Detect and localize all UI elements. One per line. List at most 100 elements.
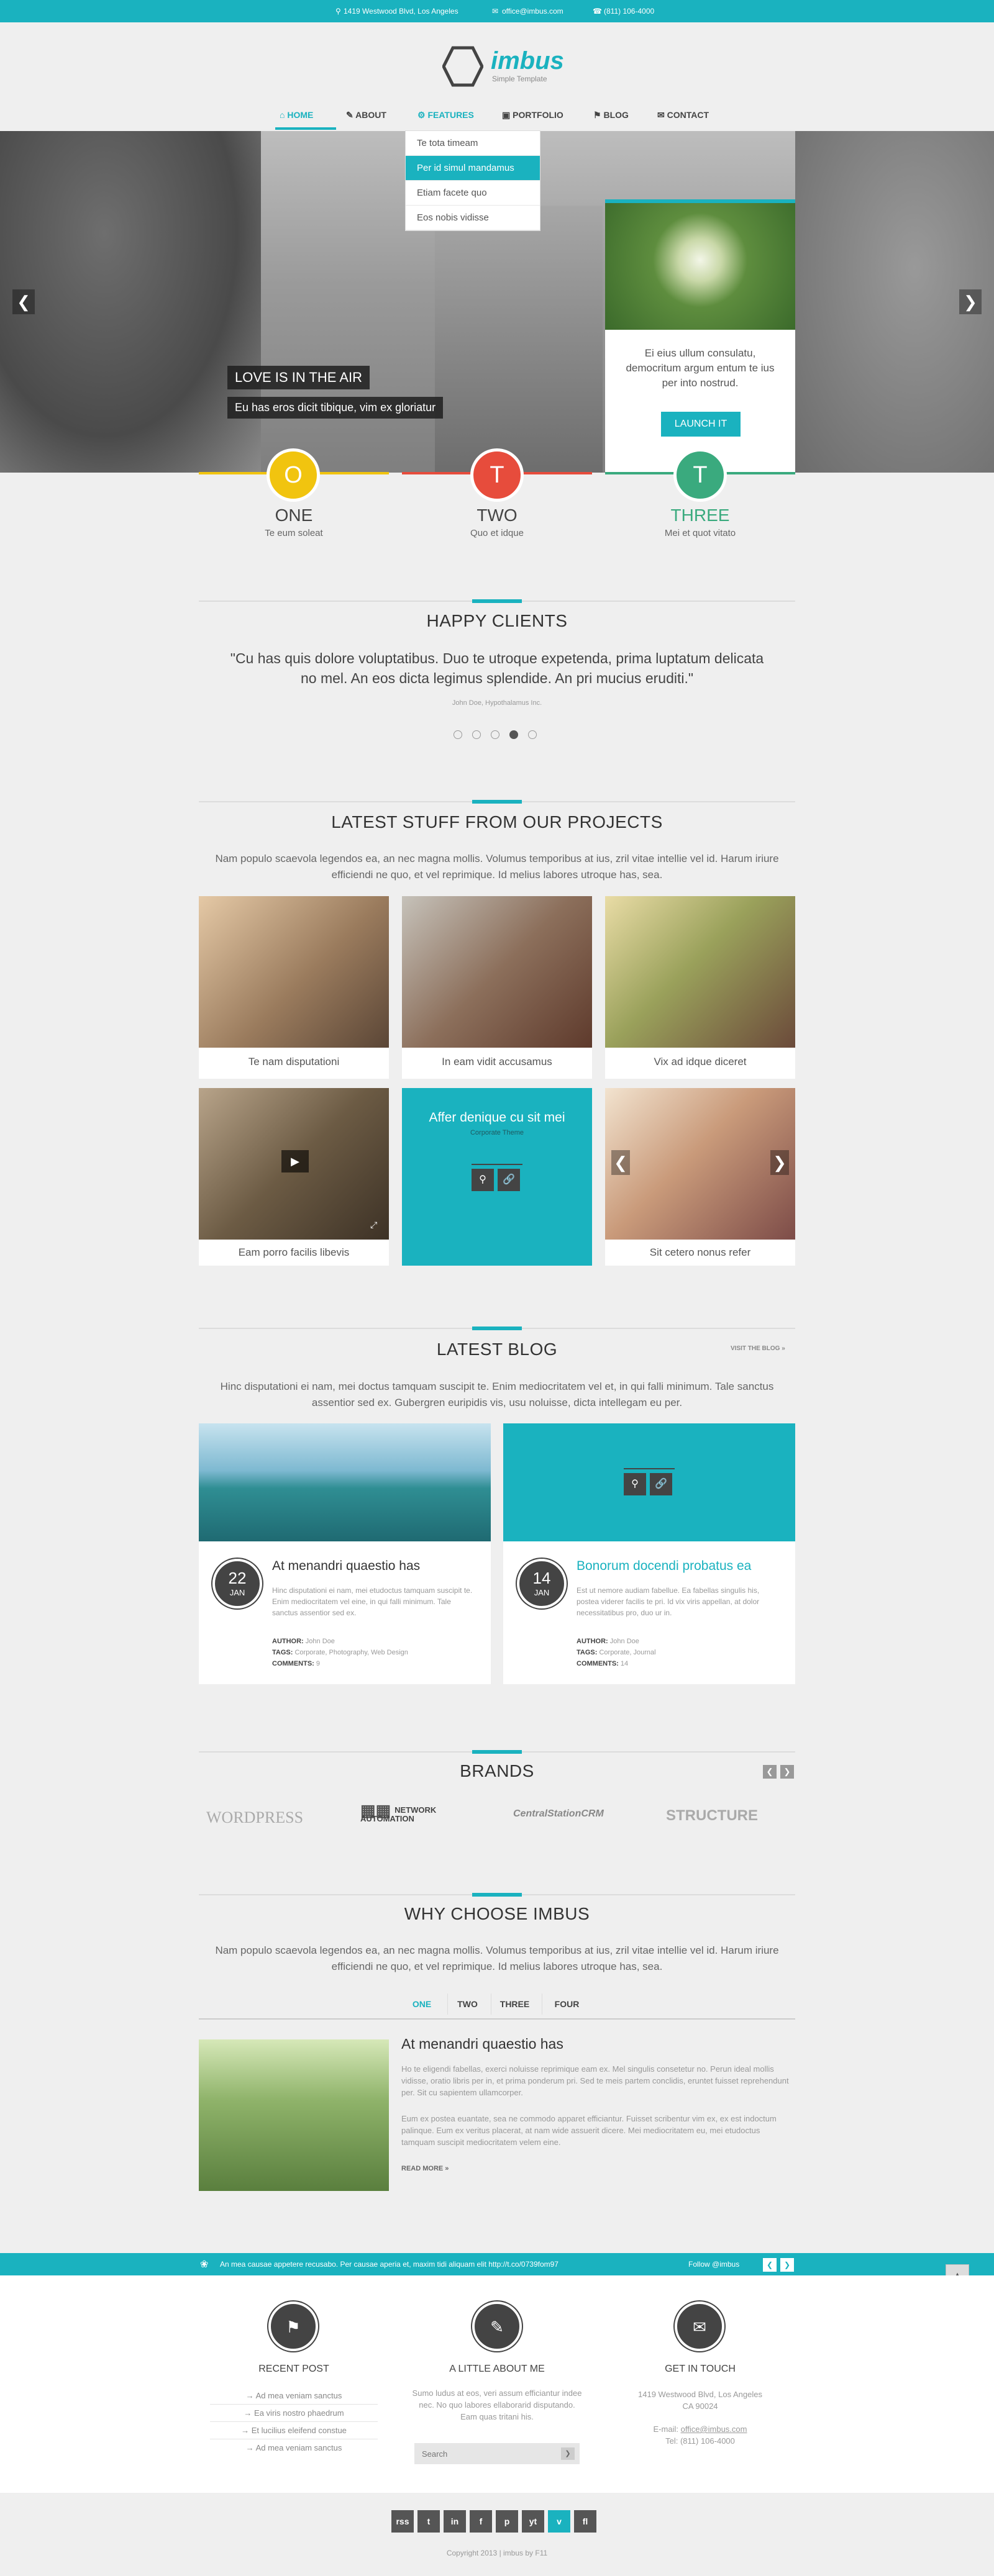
hero-next-button[interactable]: ❯: [959, 289, 982, 314]
why-title: WHY CHOOSE IMBUS: [404, 1904, 590, 1923]
project-caption[interactable]: Vix ad idque diceret: [605, 1056, 795, 1068]
blog-image-diver[interactable]: [199, 1423, 491, 1541]
project-image[interactable]: [402, 896, 592, 1048]
nav-blog[interactable]: ⚑ BLOG: [593, 110, 629, 120]
footer-pencil-icon: ✎: [472, 2302, 522, 2351]
youtube-icon[interactable]: yt: [522, 2510, 544, 2533]
mail-icon: ✉: [492, 7, 499, 16]
phone-icon: ☎: [593, 7, 602, 16]
fullscreen-icon[interactable]: ⤢: [370, 1220, 377, 1230]
nav-home[interactable]: ⌂ HOME: [280, 110, 313, 120]
brand-logo-network[interactable]: ▦▦ NETWORK AUTOMATION: [360, 1801, 485, 1823]
launch-button[interactable]: LAUNCH IT: [661, 412, 741, 437]
zoom-icon[interactable]: ⚲: [624, 1473, 646, 1495]
pager-dot-active[interactable]: [509, 730, 518, 739]
visit-blog-link[interactable]: VISIT THE BLOG »: [731, 1345, 785, 1352]
step-one-badge[interactable]: O: [267, 448, 320, 502]
post-date: 14 JAN: [517, 1559, 567, 1608]
post-title[interactable]: Bonorum docendi probatus ea: [577, 1559, 751, 1574]
play-icon[interactable]: ▶: [281, 1150, 309, 1172]
linkedin-icon[interactable]: in: [444, 2510, 466, 2533]
link-icon[interactable]: 🔗: [650, 1473, 672, 1495]
gallery-next-button[interactable]: ❯: [770, 1150, 789, 1175]
zoom-icon[interactable]: ⚲: [472, 1169, 494, 1191]
step-three-title: THREE: [670, 506, 730, 525]
brand-logo-structure[interactable]: STRUCTURE: [666, 1807, 758, 1825]
nav-portfolio[interactable]: ▣ PORTFOLIO: [502, 110, 563, 120]
blog-title: LATEST BLOG: [436, 1340, 558, 1359]
projects-intro: Nam populo scaevola legendos ea, an nec …: [215, 853, 779, 881]
tab-three[interactable]: THREE: [491, 1993, 538, 2015]
footer-address: 1419 Westwood Blvd, Los Angeles CA 90024…: [638, 2390, 762, 2446]
pager-dot[interactable]: [454, 730, 462, 739]
hero-prev-button[interactable]: ❮: [12, 289, 35, 314]
logo[interactable]: imbus Simple Template: [442, 45, 564, 88]
pager-dot[interactable]: [472, 730, 481, 739]
hero-subtitle: Eu has eros dicit tibique, vim ex gloria…: [227, 397, 444, 419]
recent-post-link[interactable]: → Ad mea veniam sanctus: [210, 2439, 378, 2456]
project-caption[interactable]: Eam porro facilis libevis: [199, 1246, 389, 1259]
dropdown-item[interactable]: Etiam facete quo: [406, 181, 540, 206]
flickr-icon[interactable]: fl: [574, 2510, 596, 2533]
nav-about[interactable]: ✎ ABOUT: [346, 110, 386, 120]
facebook-icon[interactable]: f: [470, 2510, 492, 2533]
gallery-prev-button[interactable]: ❮: [611, 1150, 630, 1175]
pinterest-icon[interactable]: p: [496, 2510, 518, 2533]
step-two-badge[interactable]: T: [470, 448, 524, 502]
dropdown-item[interactable]: Eos nobis vidisse: [406, 206, 540, 230]
post-author[interactable]: John Doe: [306, 1638, 335, 1645]
rss-icon[interactable]: rss: [391, 2510, 414, 2533]
topbar-email[interactable]: office@imbus.com: [502, 7, 563, 16]
brands-prev-button[interactable]: ❮: [763, 1765, 777, 1779]
grid-logo-icon: ▦▦: [360, 1801, 391, 1820]
nav-contact[interactable]: ✉ CONTACT: [657, 110, 709, 120]
blog-image-hover[interactable]: ⚲ 🔗: [503, 1423, 795, 1541]
why-intro: Nam populo scaevola legendos ea, an nec …: [215, 1944, 779, 1972]
tweet-text[interactable]: An mea causae appetere recusabo. Per cau…: [220, 2260, 655, 2269]
project-video-image[interactable]: ▶ ⤢: [199, 1088, 389, 1240]
recent-post-link[interactable]: → Et lucilius eleifend constue: [210, 2422, 378, 2439]
post-tags[interactable]: Corporate, Photography, Web Design: [294, 1649, 408, 1656]
post-tags[interactable]: Corporate, Journal: [599, 1649, 655, 1656]
follow-link[interactable]: Follow @imbus: [688, 2260, 739, 2269]
project-hover-card[interactable]: Affer denique cu sit mei Corporate Theme…: [402, 1088, 592, 1266]
project-caption[interactable]: In eam vidit accusamus: [402, 1056, 592, 1068]
topbar-phone: (811) 106-4000: [604, 7, 655, 16]
post-comments[interactable]: 14: [621, 1660, 628, 1667]
nav-features[interactable]: ⚙ FEATURES: [417, 110, 474, 120]
pencil-icon: ✎: [346, 110, 356, 120]
tweet-next-button[interactable]: ❯: [780, 2258, 794, 2272]
tab-two[interactable]: TWO: [447, 1993, 487, 2015]
blog-intro: Hinc disputationi ei nam, mei doctus tam…: [220, 1381, 774, 1408]
dropdown-item[interactable]: Te tota timeam: [406, 131, 540, 156]
read-more-link[interactable]: READ MORE »: [401, 2165, 449, 2172]
blog-card: 22 JAN At menandri quaestio has Hinc dis…: [199, 1423, 491, 1684]
twitter-icon[interactable]: t: [417, 2510, 440, 2533]
project-gallery-image[interactable]: ❮ ❯: [605, 1088, 795, 1240]
footer-email-link[interactable]: office@imbus.com: [681, 2424, 747, 2434]
tab-four[interactable]: FOUR: [542, 1993, 591, 2015]
post-title[interactable]: At menandri quaestio has: [272, 1559, 420, 1574]
search-input[interactable]: [414, 2443, 557, 2464]
post-comments[interactable]: 9: [316, 1660, 320, 1667]
step-three-badge[interactable]: T: [673, 448, 727, 502]
link-icon[interactable]: 🔗: [498, 1169, 520, 1191]
pager-dot[interactable]: [528, 730, 537, 739]
project-image[interactable]: [199, 896, 389, 1048]
brand-logo-wordpress[interactable]: WORDPRESS: [206, 1808, 303, 1827]
tweet-prev-button[interactable]: ❮: [763, 2258, 777, 2272]
vimeo-icon[interactable]: v: [548, 2510, 570, 2533]
pager-dot[interactable]: [491, 730, 499, 739]
brands-next-button[interactable]: ❯: [780, 1765, 794, 1779]
dropdown-item-active[interactable]: Per id simul mandamus: [406, 156, 540, 181]
recent-post-link[interactable]: → Ad mea veniam sanctus: [210, 2387, 378, 2405]
project-image[interactable]: [605, 896, 795, 1048]
tab-one[interactable]: ONE: [404, 1993, 440, 2015]
post-author[interactable]: John Doe: [610, 1638, 639, 1645]
people-image: [435, 206, 603, 473]
project-caption[interactable]: Te nam disputationi: [199, 1056, 389, 1068]
search-submit-icon[interactable]: ❯: [561, 2447, 575, 2460]
recent-post-link[interactable]: → Ea viris nostro phaedrum: [210, 2405, 378, 2422]
project-caption[interactable]: Sit cetero nonus refer: [605, 1246, 795, 1259]
brand-logo-crm[interactable]: CentralStationCRM: [513, 1808, 604, 1820]
